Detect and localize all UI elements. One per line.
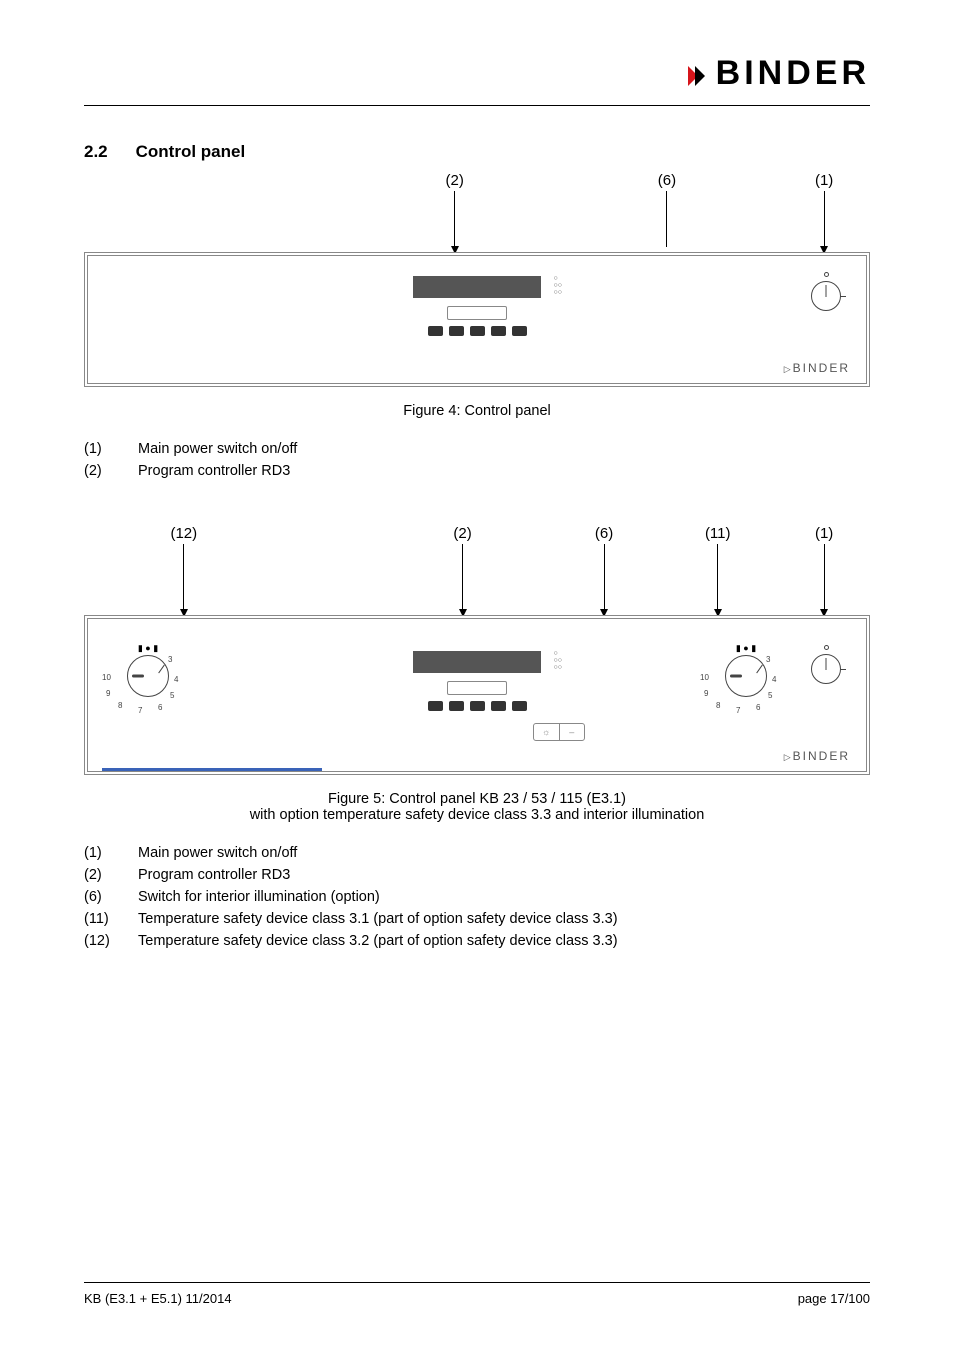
callout-1: (1) [815,172,833,247]
callout-1-label: (1) [815,172,833,189]
logo-text: BINDER [716,54,870,93]
control-panel-1: ○○○○○ ▷BINDER [84,252,870,387]
figure-5: (12) (2) (6) (11) (1) ▮ [84,525,870,823]
list-num: (1) [84,845,118,861]
callout-2b-label: (2) [453,525,471,542]
controller-small-display [447,681,507,695]
callout-12-label: (12) [170,525,197,542]
power-switch-icon [811,654,841,684]
main-power-switch[interactable] [804,272,848,311]
list-item: (1) Main power switch on/off [84,441,870,457]
figure-4-caption: Figure 4: Control panel [84,403,870,419]
list-text: Main power switch on/off [138,441,297,457]
panel-brand-text: BINDER [793,361,850,375]
controller-button[interactable] [512,326,527,336]
dial-led-icon: ▮ ● ▮ [138,643,158,654]
callout-6: (6) [658,172,676,247]
legend-list-2: (1) Main power switch on/off (2) Program… [84,845,870,949]
list-num: (12) [84,933,118,949]
callout-12: (12) [170,525,197,610]
controller-button[interactable] [470,326,485,336]
control-panel-2: ▮ ● ▮ 10 9 8 7 6 5 4 3 [84,615,870,775]
power-indicator-icon [824,272,829,277]
binder-logo: BINDER [688,54,870,93]
callout-6-label: (6) [658,172,676,189]
section-title-text: Control panel [136,142,246,162]
list-text: Switch for interior illumination (option… [138,889,380,905]
illum-on-icon: ☼ [534,724,560,740]
figure-5-caption-l1: Figure 5: Control panel KB 23 / 53 / 115… [84,791,870,807]
list-text: Program controller RD3 [138,463,290,479]
dial-led-icon: ▮ ● ▮ [736,643,756,654]
callout-6b: (6) [595,525,613,610]
main-power-switch-2[interactable] [804,645,848,684]
logo-mark-icon [688,60,708,88]
figure-5-callouts: (12) (2) (6) (11) (1) [84,525,870,615]
callout-2-label: (2) [446,172,464,189]
controller-button[interactable] [449,701,464,711]
footer-left: KB (E3.1 + E5.1) 11/2014 [84,1291,232,1306]
footer-right: page 17/100 [798,1291,870,1306]
list-num: (11) [84,911,118,927]
page-footer: KB (E3.1 + E5.1) 11/2014 page 17/100 [84,1282,870,1306]
section-heading: 2.2 Control panel [84,142,870,162]
illumination-switch[interactable]: ☼ – [533,723,585,741]
controller-button[interactable] [491,701,506,711]
panel-brand-text: BINDER [793,749,850,763]
list-item: (2) Program controller RD3 [84,867,870,883]
dial-knob-icon [127,655,169,697]
callout-11: (11) [705,525,731,610]
controller-small-display [447,306,507,320]
safety-dial-right[interactable]: ▮ ● ▮ 10 9 8 7 6 5 4 3 [706,647,786,697]
controller-button[interactable] [449,326,464,336]
list-text: Main power switch on/off [138,845,297,861]
controller-button[interactable] [512,701,527,711]
figure-4: (2) (6) (1) ○○○○○ [84,172,870,419]
illum-off-icon: – [560,724,585,740]
display-dots-icon: ○○○○○ [554,650,562,671]
list-item: (6) Switch for interior illumination (op… [84,889,870,905]
dial-knob-icon [725,655,767,697]
list-item: (1) Main power switch on/off [84,845,870,861]
controller-buttons [372,326,582,336]
safety-dial-left[interactable]: ▮ ● ▮ 10 9 8 7 6 5 4 3 [108,647,188,697]
list-num: (6) [84,889,118,905]
legend-list-1: (1) Main power switch on/off (2) Program… [84,441,870,479]
list-item: (2) Program controller RD3 [84,463,870,479]
display-dots-icon: ○○○○○ [554,275,562,296]
callout-11-label: (11) [705,525,731,542]
list-num: (1) [84,441,118,457]
controller-button[interactable] [428,326,443,336]
callout-1b: (1) [815,525,833,610]
section-number: 2.2 [84,142,108,162]
controller-display: ○○○○○ [413,276,541,298]
list-item: (12) Temperature safety device class 3.2… [84,933,870,949]
controller-display: ○○○○○ [413,651,541,673]
panel-brand-label: ▷BINDER [784,361,850,375]
figure-4-callouts: (2) (6) (1) [84,172,870,252]
header-logo-row: BINDER [84,54,870,93]
power-switch-icon [811,281,841,311]
list-num: (2) [84,867,118,883]
panel-accent-bar [102,768,322,771]
callout-2b: (2) [453,525,471,610]
header-rule [84,105,870,106]
controller-button[interactable] [470,701,485,711]
controller-buttons [372,701,582,711]
figure-5-caption-l2: with option temperature safety device cl… [84,807,870,823]
list-item: (11) Temperature safety device class 3.1… [84,911,870,927]
panel-brand-label-2: ▷BINDER [784,749,850,763]
list-num: (2) [84,463,118,479]
callout-6b-label: (6) [595,525,613,542]
list-text: Temperature safety device class 3.2 (par… [138,933,618,949]
list-text: Program controller RD3 [138,867,290,883]
power-indicator-icon [824,645,829,650]
callout-2: (2) [446,172,464,247]
callout-1b-label: (1) [815,525,833,542]
figure-5-caption: Figure 5: Control panel KB 23 / 53 / 115… [84,791,870,823]
list-text: Temperature safety device class 3.1 (par… [138,911,618,927]
controller-button[interactable] [491,326,506,336]
program-controller: ○○○○○ [372,276,582,364]
controller-button[interactable] [428,701,443,711]
